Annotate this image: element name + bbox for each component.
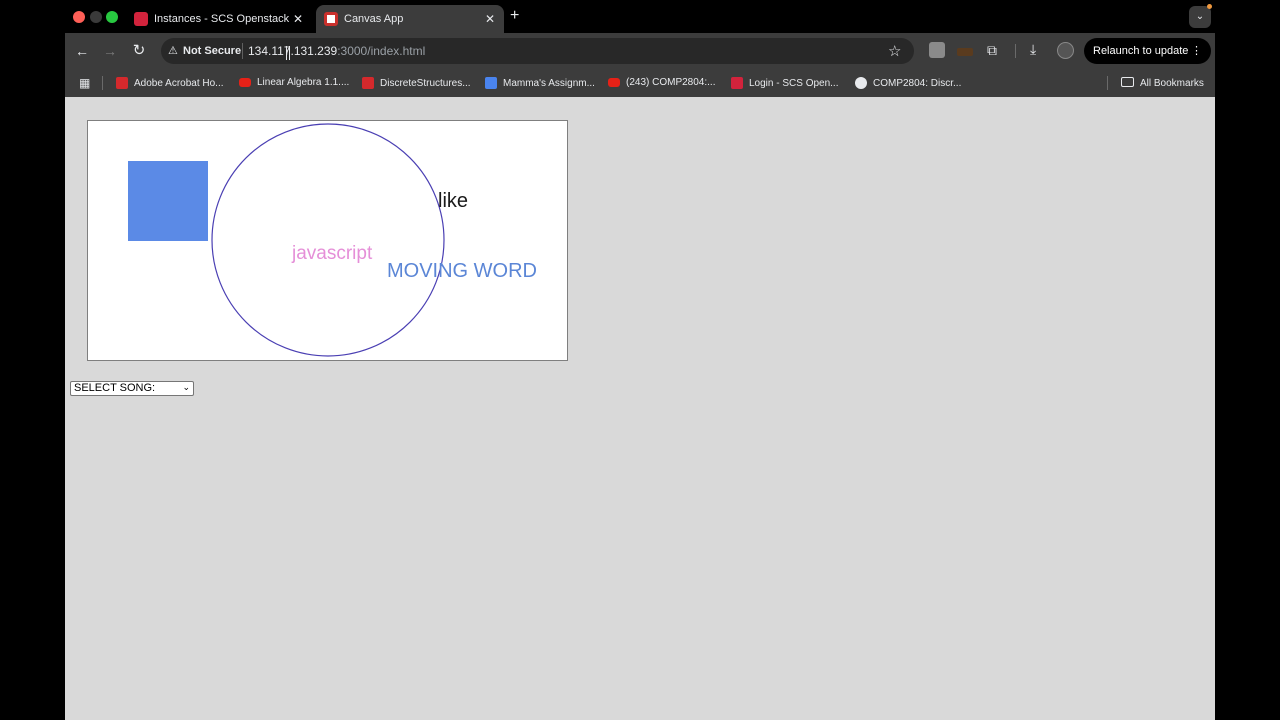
openstack-icon (134, 12, 148, 26)
apps-grid-icon[interactable]: ▦ (79, 76, 90, 90)
minimize-window-button[interactable] (90, 11, 102, 23)
all-bookmarks-button[interactable]: All Bookmarks (1121, 77, 1204, 89)
bookmark-item[interactable]: (243) COMP2804:... (608, 77, 715, 88)
acrobat-icon (116, 77, 128, 89)
new-tab-button[interactable]: + (510, 7, 519, 25)
chevron-down-icon: ⌄ (182, 382, 190, 392)
url-path: :3000/index.html (337, 44, 426, 58)
bookmark-star-icon[interactable]: ☆ (888, 42, 901, 60)
acrobat-icon (362, 77, 374, 89)
globe-icon (855, 77, 867, 89)
bookmark-label: Login - SCS Open... (749, 77, 839, 89)
bookmark-label: DiscreteStructures... (380, 77, 471, 89)
tab-title: Canvas App (344, 13, 404, 25)
extensions-puzzle-icon[interactable]: ⧉ (987, 42, 1003, 58)
close-window-button[interactable] (73, 11, 85, 23)
bookmark-label: COMP2804: Discr... (873, 77, 962, 89)
tab-title: Instances - SCS Openstack C (154, 13, 290, 25)
bookmark-label: Mamma's Assignm... (503, 77, 595, 89)
all-bookmarks-label: All Bookmarks (1140, 78, 1204, 89)
canvas-drawing: like javascript MOVING WORD (128, 123, 537, 357)
bookmark-item[interactable]: Linear Algebra 1.1.... (239, 77, 349, 88)
bookmark-item[interactable]: Adobe Acrobat Ho... (116, 77, 224, 89)
canvas-app-icon (324, 12, 338, 26)
youtube-icon (608, 78, 620, 87)
tab-instances[interactable]: Instances - SCS Openstack C ✕ (126, 5, 312, 33)
warning-icon[interactable]: ⚠ (168, 44, 178, 57)
url-host: 134.117.131.239 (248, 44, 338, 58)
bookmark-label: (243) COMP2804:... (626, 77, 716, 88)
openstack-icon (731, 77, 743, 89)
profile-avatar[interactable] (1057, 42, 1074, 59)
bookmark-label: Linear Algebra 1.1.... (257, 77, 350, 88)
forward-button[interactable]: → (99, 40, 121, 62)
tab-canvas-app[interactable]: Canvas App ✕ (316, 5, 504, 33)
maximize-window-button[interactable] (106, 11, 118, 23)
song-select[interactable]: SELECT SONG: ⌄ (70, 381, 194, 396)
youtube-icon (239, 78, 251, 87)
bookmark-item[interactable]: DiscreteStructures... (362, 77, 471, 89)
word-like[interactable]: like (438, 190, 468, 212)
url-text[interactable]: 134.117.131.239:3000/index.html (248, 44, 425, 58)
relaunch-label: Relaunch to update (1093, 45, 1189, 57)
download-icon[interactable]: ⤓ (1030, 41, 1036, 58)
tab-search-button[interactable]: ⌄ (1189, 6, 1211, 28)
reload-button[interactable]: ↻ (128, 40, 150, 62)
divider (102, 76, 103, 90)
word-javascript[interactable]: javascript (291, 243, 373, 264)
word-moving-word[interactable]: MOVING WORD (387, 260, 537, 282)
bookmark-item[interactable]: Mamma's Assignm... (485, 77, 595, 89)
drawing-canvas[interactable]: like javascript MOVING WORD (87, 120, 568, 361)
song-select-value: SELECT SONG: (74, 382, 156, 394)
relaunch-button[interactable]: Relaunch to update ⋮ (1084, 38, 1211, 64)
more-options-icon[interactable]: ⋮ (1191, 38, 1202, 64)
bookmark-item[interactable]: Login - SCS Open... (731, 77, 839, 89)
bookmark-label: Adobe Acrobat Ho... (134, 77, 224, 89)
close-icon[interactable]: ✕ (482, 12, 498, 26)
extension-icon[interactable] (957, 48, 973, 56)
bookmark-item[interactable]: COMP2804: Discr... (855, 77, 961, 89)
blue-square[interactable] (128, 161, 208, 241)
folder-icon (1121, 77, 1134, 87)
back-button[interactable]: ← (71, 40, 93, 62)
circle-outline (211, 123, 445, 357)
extension-icon[interactable] (929, 42, 945, 58)
divider (1015, 44, 1016, 58)
divider (242, 43, 243, 59)
close-icon[interactable]: ✕ (290, 12, 306, 26)
divider (1107, 76, 1108, 90)
update-indicator (1207, 4, 1212, 9)
text-cursor-icon (286, 46, 290, 60)
docs-icon (485, 77, 497, 89)
security-status[interactable]: Not Secure (183, 45, 241, 57)
